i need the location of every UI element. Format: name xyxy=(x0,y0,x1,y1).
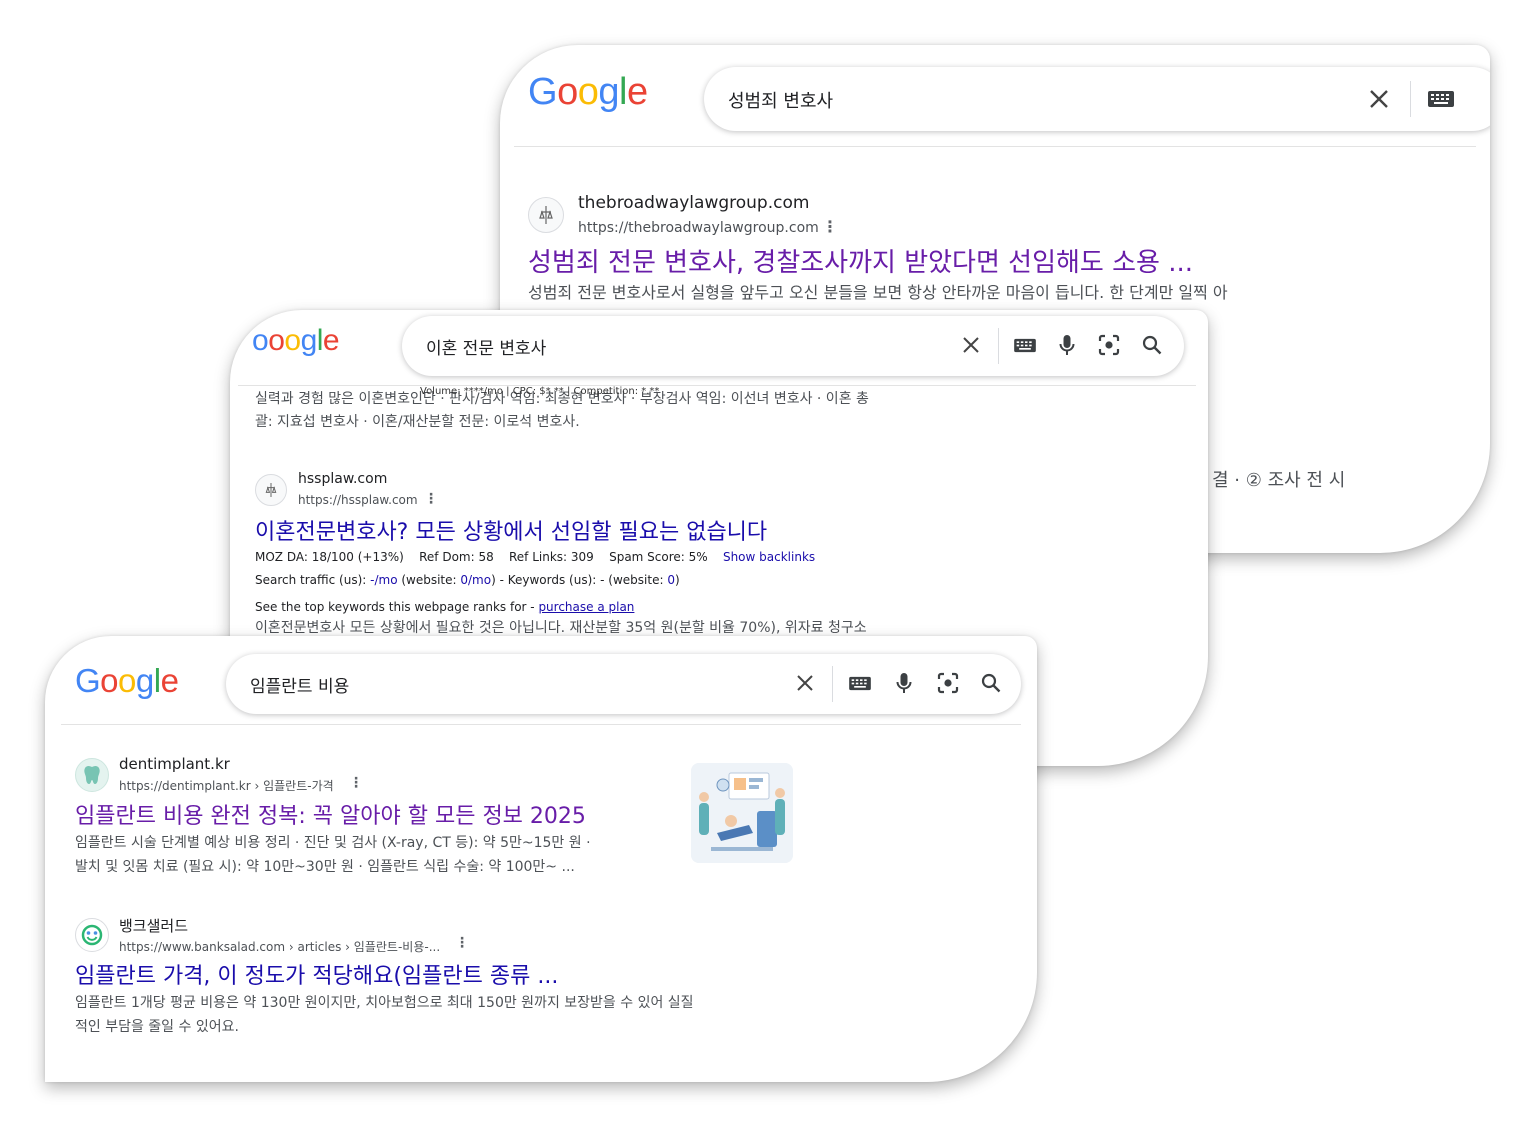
search-input[interactable]: 이혼 전문 변호사 xyxy=(426,334,546,359)
result-site-name[interactable]: dentimplant.kr xyxy=(119,755,230,773)
website-traffic-value[interactable]: 0/mo xyxy=(460,573,491,587)
mic-icon[interactable] xyxy=(1052,330,1082,360)
search-input[interactable]: 임플란트 비용 xyxy=(250,672,349,697)
dental-clinic-illustration-icon[interactable] xyxy=(691,763,793,863)
ref-links: Ref Links: 309 xyxy=(509,550,594,564)
search-card-implant-cost: Google 임플란트 비용 dentimplant.kr https://de… xyxy=(45,636,1037,1082)
logo-letter: G xyxy=(528,71,558,113)
mic-icon[interactable] xyxy=(889,668,919,698)
header-divider xyxy=(61,724,1021,725)
logo-letter: o xyxy=(268,324,285,357)
traffic-value[interactable]: -/mo xyxy=(370,573,397,587)
result-site-name[interactable]: 뱅크샐러드 xyxy=(119,915,188,936)
banksalad-favicon xyxy=(75,918,109,952)
google-logo[interactable]: ooogle xyxy=(252,324,340,358)
result-snippet-line: 임플란트 시술 단계별 예상 비용 정리 · 진단 및 검사 (X-ray, C… xyxy=(75,835,591,851)
show-backlinks-link[interactable]: Show backlinks xyxy=(723,550,815,564)
keyboard-icon[interactable] xyxy=(845,668,875,698)
logo-letter: e xyxy=(626,71,648,113)
divider xyxy=(998,328,999,364)
result-site-name[interactable]: hssplaw.com xyxy=(298,471,387,487)
result-title[interactable]: 임플란트 가격, 이 정도가 적당해요(임플란트 종류 ... xyxy=(75,958,558,990)
traffic-label: Search traffic (us): xyxy=(255,573,371,587)
logo-letter: l xyxy=(153,662,161,699)
header-divider xyxy=(238,385,1196,386)
result-snippet: 성범죄 전문 변호사로서 실형을 앞두고 오신 분들을 보면 항상 안타까운 마… xyxy=(528,283,1228,302)
result-site-name[interactable]: thebroadwaylawgroup.com xyxy=(578,193,809,213)
logo-letter: o xyxy=(118,662,136,699)
google-logo[interactable]: Google xyxy=(75,662,179,700)
logo-letter: g xyxy=(300,324,318,357)
result-title[interactable]: 이혼전문변호사? 모든 상황에서 선임할 필요는 없습니다 xyxy=(255,514,767,546)
result-snippet-line: 적인 부담을 줄일 수 있어요. xyxy=(75,1019,239,1035)
seo-keywords-row: See the top keywords this webpage ranks … xyxy=(255,600,634,614)
lens-icon[interactable] xyxy=(1094,330,1124,360)
header-divider xyxy=(514,146,1476,147)
lens-icon[interactable] xyxy=(933,668,963,698)
previous-result-snippet-line: 괄: 지효섭 변호사 · 이혼/재산분할 전문: 이로석 변호사. xyxy=(255,414,580,430)
logo-letter: e xyxy=(160,662,179,699)
result-url[interactable]: https://dentimplant.kr › 임플란트-가격 xyxy=(119,777,334,794)
logo-letter: o xyxy=(284,324,301,357)
more-options-icon[interactable]: ⋮ xyxy=(349,775,363,791)
logo-letter: o xyxy=(100,662,119,699)
more-options-icon[interactable]: ⋮ xyxy=(455,935,469,951)
logo-letter: g xyxy=(135,662,154,699)
result-url[interactable]: https://hssplaw.com xyxy=(298,493,418,507)
search-box[interactable]: 성범죄 변호사 xyxy=(704,67,1490,131)
divider xyxy=(1410,81,1411,117)
keywords-label: ) - Keywords (us): - (website: xyxy=(491,573,668,587)
close-icon[interactable] xyxy=(956,330,986,360)
result-url[interactable]: https://thebroadwaylawgroup.com xyxy=(578,220,819,236)
ref-dom: Ref Dom: 58 xyxy=(419,550,494,564)
result-title[interactable]: 성범죄 전문 변호사, 경찰조사까지 받았다면 선임해도 소용 ... xyxy=(528,242,1193,279)
result-url[interactable]: https://www.banksalad.com › articles › 임… xyxy=(119,938,440,955)
seo-traffic-row: Search traffic (us): -/mo (website: 0/mo… xyxy=(255,573,680,587)
close-icon[interactable] xyxy=(790,668,820,698)
moz-da: MOZ DA: 18/100 (+13%) xyxy=(255,550,404,564)
result-snippet-line: 임플란트 1개당 평균 비용은 약 130만 원이지만, 치아보험으로 최대 1… xyxy=(75,995,694,1011)
search-input[interactable]: 성범죄 변호사 xyxy=(728,87,833,113)
spam-score: Spam Score: 5% xyxy=(609,550,708,564)
seo-metrics-row: MOZ DA: 18/100 (+13%) Ref Dom: 58 Ref Li… xyxy=(255,550,815,564)
keywords-promo-text: See the top keywords this webpage ranks … xyxy=(255,600,539,614)
site-favicon xyxy=(528,197,564,233)
logo-letter: l xyxy=(618,71,627,113)
more-options-icon[interactable]: ⋮ xyxy=(424,491,438,507)
keyboard-icon[interactable] xyxy=(1426,84,1456,114)
close-icon[interactable] xyxy=(1364,84,1394,114)
paren-close: ) xyxy=(674,573,680,587)
logo-letter: o xyxy=(557,71,578,113)
result-title[interactable]: 임플란트 비용 완전 정복: 꼭 알아야 할 모든 정보 2025 xyxy=(75,798,586,830)
keywords-value[interactable]: 0 xyxy=(667,573,675,587)
search-box[interactable]: 이혼 전문 변호사 xyxy=(402,316,1184,376)
keyword-metrics-overlay: Volume: ****/mo | CPC: $*.** | Competiti… xyxy=(420,386,660,397)
purchase-plan-link[interactable]: purchase a plan xyxy=(538,600,634,614)
logo-letter: g xyxy=(598,71,619,113)
divider xyxy=(832,666,833,702)
search-box[interactable]: 임플란트 비용 xyxy=(226,654,1021,714)
site-favicon xyxy=(255,474,287,506)
logo-letter: o xyxy=(577,71,599,113)
more-options-icon[interactable]: ⋮ xyxy=(822,217,838,236)
keyboard-icon[interactable] xyxy=(1010,330,1040,360)
logo-letter: G xyxy=(75,662,101,699)
search-icon[interactable] xyxy=(1137,330,1167,360)
logo-letter: e xyxy=(322,324,340,357)
result-sitelinks-peek: 결 · ② 조사 전 시 xyxy=(1212,470,1346,491)
google-logo[interactable]: Google xyxy=(528,71,648,114)
tooth-favicon xyxy=(75,758,109,792)
result-snippet-line: 발치 및 잇몸 치료 (필요 시): 약 10만~30만 원 · 임플란트 식립… xyxy=(75,859,575,875)
website-label: (website: xyxy=(397,573,461,587)
search-icon[interactable] xyxy=(976,668,1006,698)
logo-letter: o xyxy=(252,324,269,357)
